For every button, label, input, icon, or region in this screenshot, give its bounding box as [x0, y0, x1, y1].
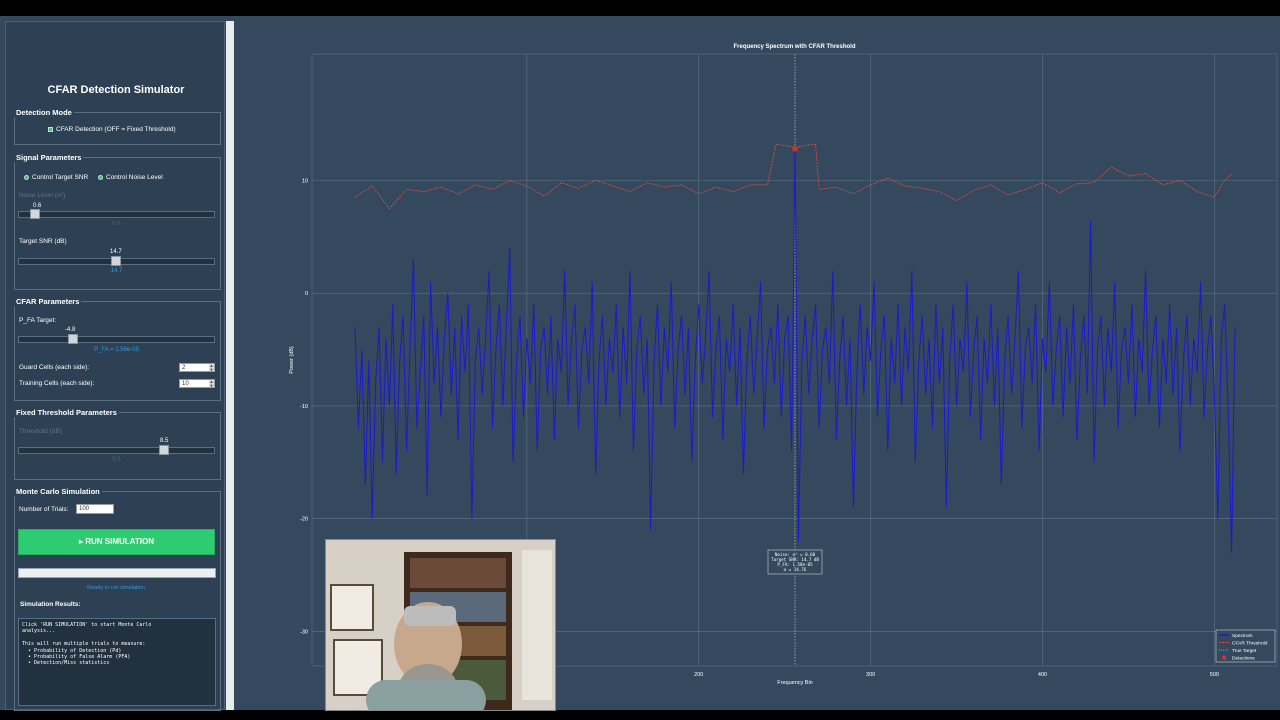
y-tick-label: -30: [300, 629, 308, 635]
y-axis-label: Power (dB): [289, 346, 295, 374]
y-tick-label: 10: [302, 178, 308, 184]
x-axis-label: Frequency Bin: [777, 680, 812, 686]
webcam-image: [326, 540, 555, 710]
legend-detection-swatch: [1222, 655, 1226, 660]
webcam-overlay: [325, 539, 556, 711]
y-tick-label: -10: [300, 404, 308, 410]
legend-label: True Target: [1232, 648, 1257, 654]
x-tick-label: 500: [1210, 672, 1219, 678]
y-tick-label: -20: [300, 517, 308, 523]
x-tick-label: 300: [866, 672, 875, 678]
spectrum-chart: 200 300 400 500 10 0 -10 -20 -30 Frequency Bin Pow…: [289, 53, 1278, 686]
detection-marker: [792, 146, 798, 152]
legend-label: Spectrum: [1232, 633, 1253, 639]
x-tick-label: 400: [1038, 672, 1047, 678]
legend-label: CFAR Threshold: [1232, 641, 1268, 647]
info-box-line: α = 14.76: [784, 567, 807, 572]
x-tick-label: 200: [694, 672, 703, 678]
app-window: CFAR Detection Simulator Detection Mode …: [0, 16, 1280, 711]
legend-label: Detections: [1232, 656, 1255, 662]
y-tick-label: 0: [305, 291, 308, 297]
